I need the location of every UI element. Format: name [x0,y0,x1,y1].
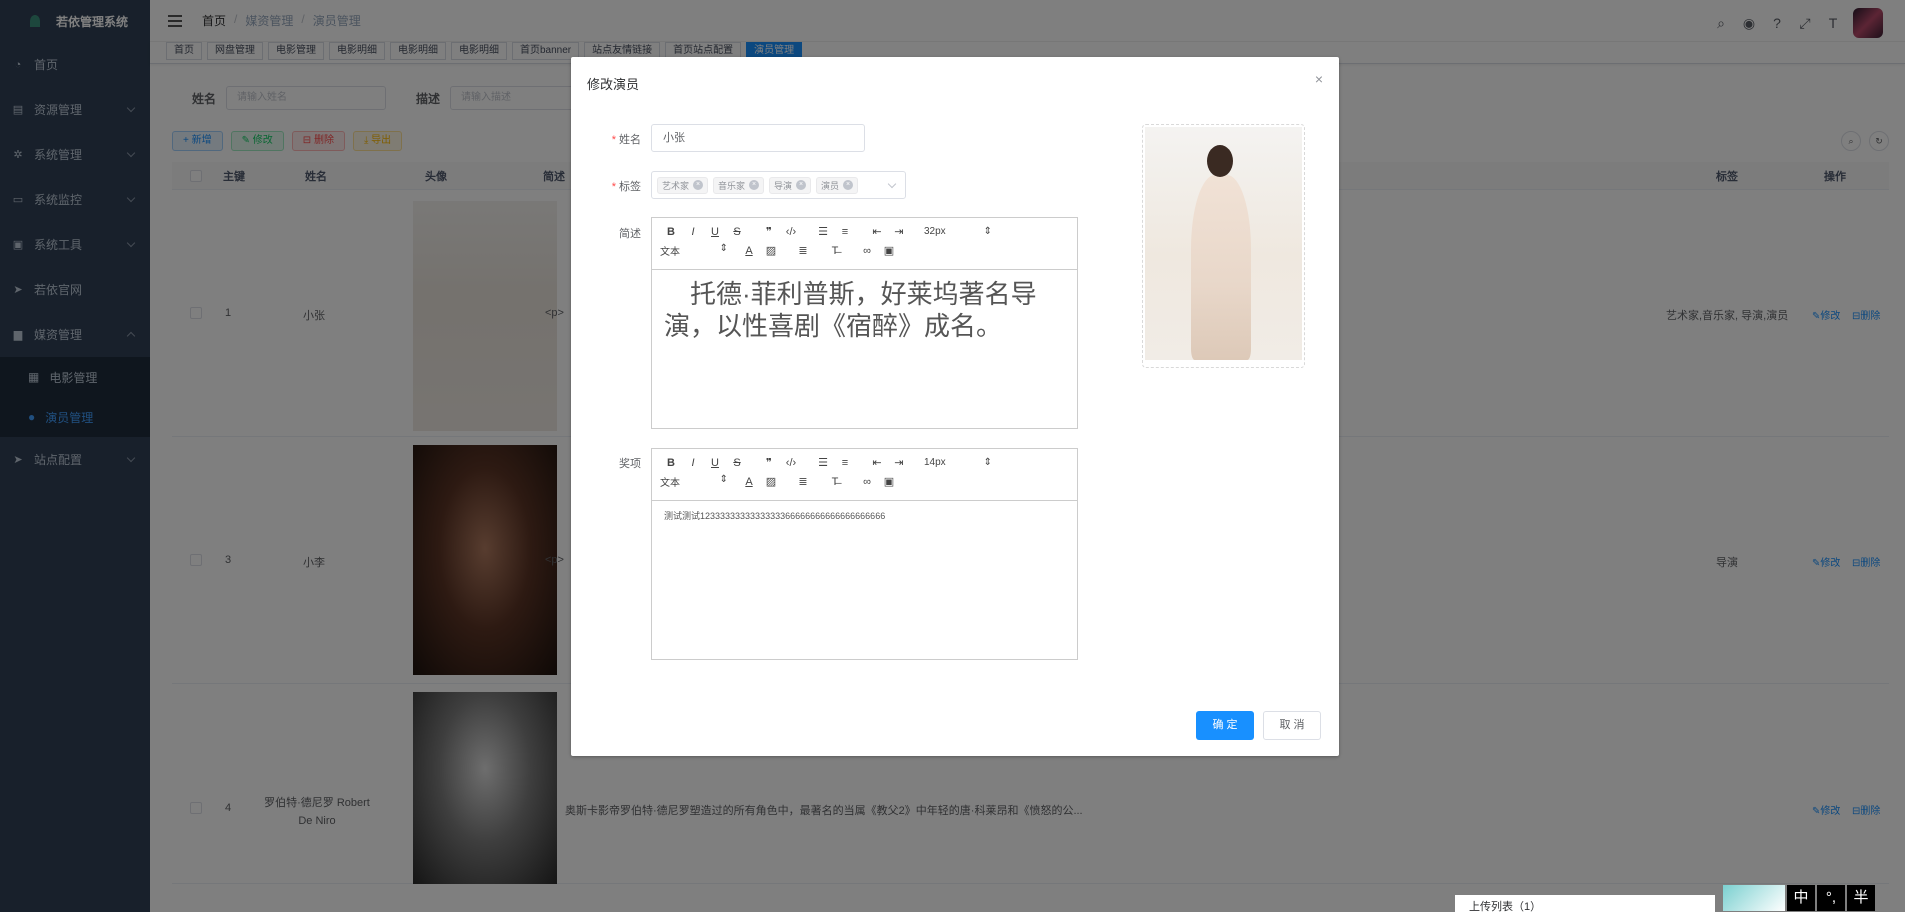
photo-figure-head [1207,145,1233,177]
name-label: * 姓名 [611,134,641,146]
desc-editor: B I U S ❞ ‹/› ☰ ≡ ⇤ ⇥ 32px⇕ 文本⇕ A ▨ ≣ [651,217,1078,429]
dialog-title: 修改演员 [587,77,640,92]
quote-icon[interactable]: ❞ [758,225,780,238]
indent-icon[interactable]: ⇥ [888,225,910,238]
header-select[interactable]: 文本 ⇕ [660,243,728,258]
code-icon[interactable]: ‹/› [780,226,802,238]
desc-text: 托德·菲利普斯，好莱坞著名导演，以性喜剧《宿醉》成名。 [664,279,1037,341]
font-color-icon[interactable]: A [738,245,760,257]
awards-editor: B I U S ❞ ‹/› ☰ ≡ ⇤ ⇥ 14px⇕ 文本⇕ A ▨ ≣ [651,448,1078,660]
desc-content[interactable]: 托德·菲利普斯，好莱坞著名导演，以性喜剧《宿醉》成名。 [652,270,1077,350]
align-icon[interactable]: ≣ [792,244,814,257]
awards-label: 奖项 [619,458,641,470]
awards-text: 测试测试123333333333333336666666666666666666… [664,511,886,521]
ime-punct-button[interactable]: °, [1817,885,1845,911]
ime-toolbar: 中 °, 半 [1723,885,1875,911]
awards-content[interactable]: 测试测试123333333333333336666666666666666666… [652,501,1077,530]
background-color-icon[interactable]: ▨ [760,244,782,257]
cancel-button[interactable]: 取 消 [1263,711,1321,740]
strike-icon[interactable]: S [726,226,748,238]
underline-icon[interactable]: U [704,226,726,238]
font-size-select[interactable]: 14px ⇕ [924,457,992,468]
ime-mode-button[interactable]: 中 [1787,885,1815,911]
indent-icon[interactable]: ⇥ [888,456,910,469]
font-size-select[interactable]: 32px ⇕ [924,226,992,237]
image-icon[interactable]: ▣ [878,244,900,257]
outdent-icon[interactable]: ⇤ [866,456,888,469]
tag-chip: 演员 × [816,176,859,194]
tag-chip: 音乐家 × [713,176,765,194]
photo-figure [1191,175,1251,360]
chevron-down-icon[interactable] [887,179,897,189]
name-input[interactable]: 小张 [651,124,865,152]
underline-icon[interactable]: U [704,457,726,469]
ordered-list-icon[interactable]: ☰ [812,225,834,238]
background-color-icon[interactable]: ▨ [760,475,782,488]
strike-icon[interactable]: S [726,457,748,469]
ime-logo-icon[interactable] [1723,885,1785,911]
bold-icon[interactable]: B [660,457,682,469]
ime-width-button[interactable]: 半 [1847,885,1875,911]
code-icon[interactable]: ‹/› [780,457,802,469]
outdent-icon[interactable]: ⇤ [866,225,888,238]
quote-icon[interactable]: ❞ [758,456,780,469]
close-icon[interactable]: × [1315,71,1323,87]
ordered-list-icon[interactable]: ☰ [812,456,834,469]
align-icon[interactable]: ≣ [792,475,814,488]
tag-chip: 导演 × [769,176,812,194]
italic-icon[interactable]: I [682,457,704,469]
tags-label: * 标签 [611,181,641,193]
clear-format-icon[interactable]: T̶ [824,476,846,488]
chip-close-icon[interactable]: × [843,180,854,190]
clear-format-icon[interactable]: T̶ [824,245,846,257]
tag-chip: 艺术家 × [657,176,709,194]
tags-select[interactable]: 艺术家 × 音乐家 × 导演 × 演员 × [651,171,906,199]
chip-close-icon[interactable]: × [693,180,704,190]
upload-list-panel[interactable]: 上传列表（1） [1455,895,1715,912]
app: 若依管理系统 ◔ 首页 ▤ 资源管理 ✲ 系统管理 ▭ 系统监控 ▣ 系统工具 … [0,0,1905,912]
edit-actor-dialog: 修改演员 × * 姓名 小张 * 标签 艺术家 × 音乐家 × 导演 × 演员 × 简述 B… [571,57,1339,756]
chip-close-icon[interactable]: × [796,180,807,190]
link-icon[interactable]: ∞ [856,476,878,488]
bold-icon[interactable]: B [660,226,682,238]
confirm-button[interactable]: 确 定 [1196,711,1254,740]
font-color-icon[interactable]: A [738,476,760,488]
italic-icon[interactable]: I [682,226,704,238]
editor-toolbar: B I U S ❞ ‹/› ☰ ≡ ⇤ ⇥ 14px⇕ 文本⇕ A ▨ ≣ [652,449,1077,501]
actor-photo-preview [1145,127,1302,360]
bullet-list-icon[interactable]: ≡ [834,226,856,238]
link-icon[interactable]: ∞ [856,245,878,257]
editor-toolbar: B I U S ❞ ‹/› ☰ ≡ ⇤ ⇥ 32px⇕ 文本⇕ A ▨ ≣ [652,218,1077,270]
image-icon[interactable]: ▣ [878,475,900,488]
desc-label: 简述 [619,228,641,240]
avatar-upload-preview[interactable] [1142,124,1305,368]
bullet-list-icon[interactable]: ≡ [834,457,856,469]
chip-close-icon[interactable]: × [749,180,760,190]
header-select[interactable]: 文本 ⇕ [660,474,728,489]
